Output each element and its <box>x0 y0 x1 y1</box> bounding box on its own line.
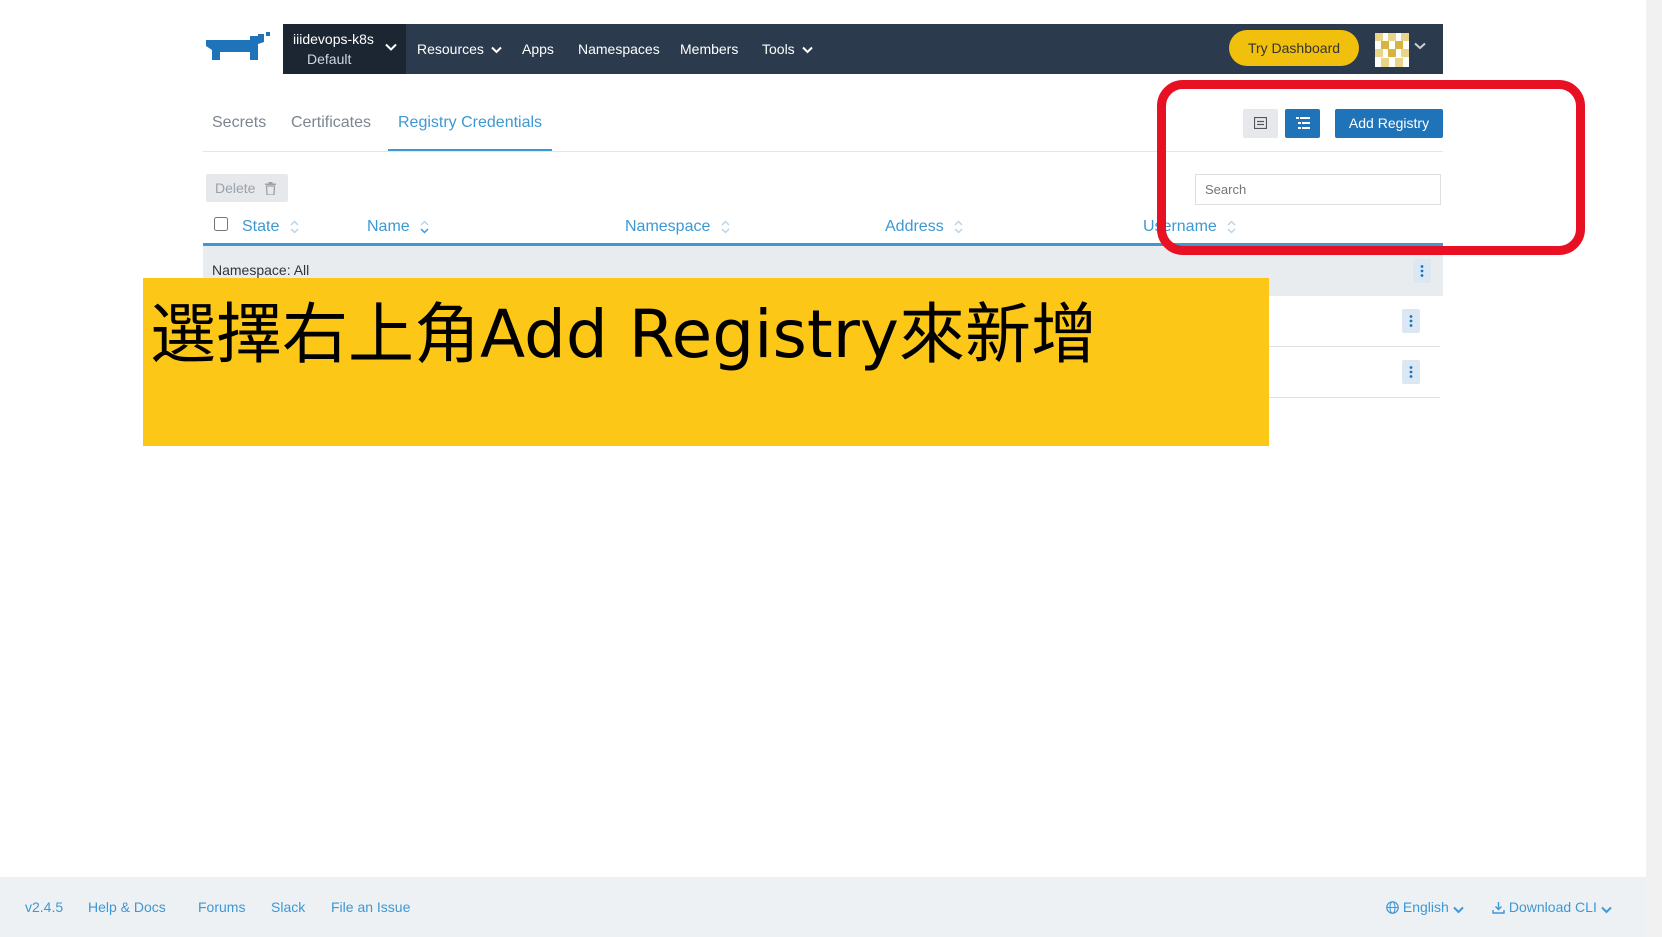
download-icon <box>1492 902 1505 914</box>
trash-icon <box>265 182 277 196</box>
cluster-name: iiidevops-k8s <box>293 31 374 47</box>
column-header-address[interactable]: Address <box>885 218 963 236</box>
nav-resources-label: Resources <box>417 41 484 57</box>
kebab-menu-icon <box>1409 315 1413 327</box>
kebab-menu-icon <box>1420 265 1424 277</box>
column-header-name-label: Name <box>367 218 410 235</box>
chevron-down-icon <box>1452 906 1464 914</box>
try-dashboard-button[interactable]: Try Dashboard <box>1229 30 1359 66</box>
rancher-logo-icon[interactable] <box>202 30 272 68</box>
column-header-namespace[interactable]: Namespace <box>625 218 730 236</box>
group-actions-button[interactable] <box>1413 259 1431 283</box>
footer-link-forums[interactable]: Forums <box>198 899 245 915</box>
chevron-down-icon <box>1601 906 1612 914</box>
sort-ascending-icon <box>420 220 429 234</box>
select-all-checkbox[interactable] <box>214 217 228 231</box>
nav-namespaces[interactable]: Namespaces <box>578 24 660 74</box>
scrollbar[interactable] <box>1646 0 1662 937</box>
delete-button[interactable]: Delete <box>206 174 288 202</box>
tab-secrets[interactable]: Secrets <box>212 114 266 132</box>
column-header-name[interactable]: Name <box>367 218 429 236</box>
version-link[interactable]: v2.4.5 <box>25 899 63 915</box>
annotation-text: 選擇右上角Add Registry來新增 <box>150 296 1097 373</box>
nav-apps[interactable]: Apps <box>522 24 554 74</box>
nav-resources[interactable]: Resources <box>417 24 502 74</box>
globe-icon <box>1386 901 1399 914</box>
tab-certificates[interactable]: Certificates <box>291 114 371 132</box>
column-header-address-label: Address <box>885 218 944 235</box>
column-header-state-label: State <box>242 218 280 235</box>
column-header-state[interactable]: State <box>242 218 299 236</box>
footer-link-slack[interactable]: Slack <box>271 899 305 915</box>
project-name: Default <box>307 51 352 67</box>
row-actions-button[interactable] <box>1402 360 1420 384</box>
nav-tools-label: Tools <box>762 41 795 57</box>
download-cli-label: Download CLI <box>1508 899 1597 915</box>
cluster-project-switcher[interactable]: iiidevops-k8s Default <box>283 24 406 74</box>
chevron-down-icon <box>385 43 397 51</box>
chevron-down-icon <box>801 47 813 54</box>
chevron-down-icon <box>491 47 502 54</box>
footer-link-help-docs[interactable]: Help & Docs <box>88 899 166 915</box>
user-avatar[interactable] <box>1375 33 1409 67</box>
column-header-namespace-label: Namespace <box>625 218 711 235</box>
chevron-down-icon[interactable] <box>1414 42 1426 50</box>
tab-registry-credentials[interactable]: Registry Credentials <box>398 114 542 132</box>
sort-icon <box>721 220 730 234</box>
delete-label: Delete <box>215 180 256 196</box>
nav-tools[interactable]: Tools <box>762 24 813 74</box>
namespace-group-label: Namespace: All <box>212 262 310 278</box>
highlight-box <box>1157 80 1585 255</box>
kebab-menu-icon <box>1409 366 1413 378</box>
language-label: English <box>1402 899 1449 915</box>
row-actions-button[interactable] <box>1402 309 1420 333</box>
download-cli-menu[interactable]: Download CLI <box>1492 899 1612 915</box>
nav-members[interactable]: Members <box>680 24 738 74</box>
language-selector[interactable]: English <box>1386 899 1464 915</box>
sort-icon <box>290 220 299 234</box>
footer-link-file-issue[interactable]: File an Issue <box>331 899 410 915</box>
sort-icon <box>954 220 963 234</box>
